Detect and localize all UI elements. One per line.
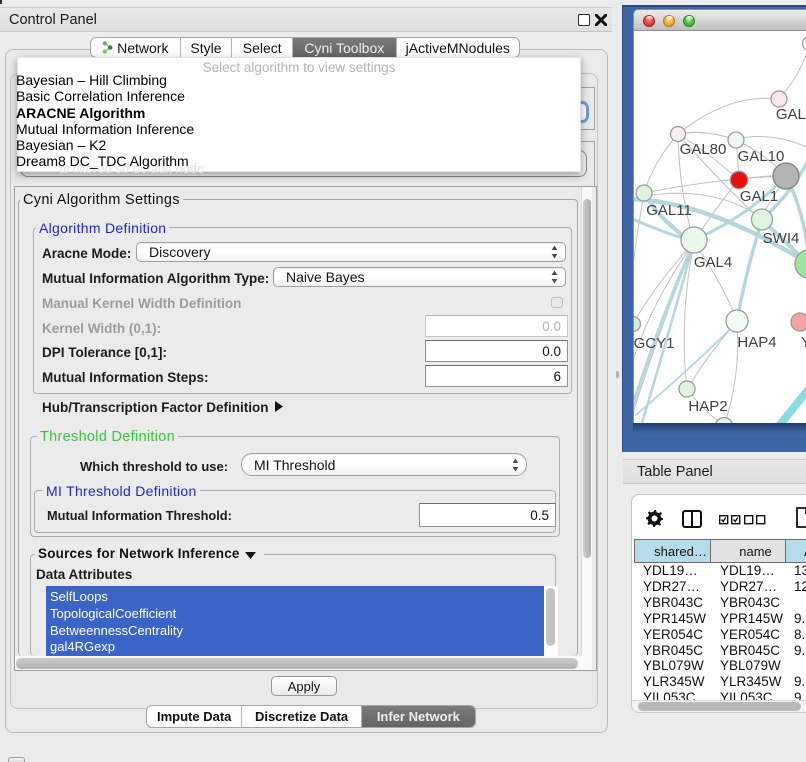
svg-text:HAP4: HAP4 <box>737 334 776 351</box>
svg-text:GAL10: GAL10 <box>738 148 785 165</box>
svg-text:YJR: YJR <box>801 334 806 351</box>
svg-text:GCY1: GCY1 <box>634 335 674 352</box>
svg-text:GAL1: GAL1 <box>740 188 778 205</box>
svg-text:GAL7: GAL7 <box>776 106 806 123</box>
svg-text:GAL80: GAL80 <box>680 141 727 158</box>
svg-text:SWI4: SWI4 <box>763 230 800 247</box>
svg-text:HAP2: HAP2 <box>688 398 727 415</box>
svg-text:GAL11: GAL11 <box>646 202 692 219</box>
svg-text:GAL4: GAL4 <box>694 254 732 271</box>
